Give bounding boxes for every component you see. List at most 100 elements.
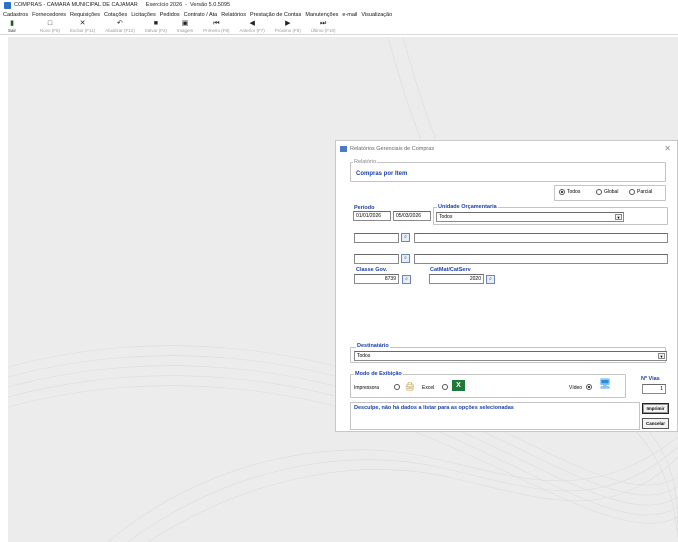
menu-contrato-ata[interactable]: Contrato / Ata [184, 12, 218, 18]
new-button[interactable]: □ Novo (F5) [40, 20, 60, 33]
chevron-down-icon[interactable]: ▼ [615, 214, 622, 220]
next-record-icon: ▶ [285, 20, 291, 27]
status-message: Desculpe, não há dados a listar para as … [350, 402, 640, 430]
image-icon: ▣ [181, 20, 189, 27]
previous-record-icon: ◀ [249, 20, 255, 27]
radio-parcial-label: Parcial [637, 189, 653, 195]
delete-label: Excluir (F11) [70, 28, 96, 33]
radio-global-label: Global [604, 189, 619, 195]
radio-impressora[interactable] [394, 384, 402, 390]
radio-excel[interactable] [442, 384, 450, 390]
destinatario-select-value: Todos [357, 353, 371, 359]
dialog-title: Relatórios Gerenciais de Compras [350, 146, 435, 152]
catmat-search-icon[interactable]: ⌕ [486, 275, 495, 284]
last-record-icon: ⏭ [320, 20, 327, 27]
menu-requisicoes[interactable]: Requisições [70, 12, 100, 18]
menu-email[interactable]: e-mail [342, 12, 357, 18]
menu-manutencoes[interactable]: Manutenções [305, 12, 338, 18]
save-button[interactable]: ■ Salvar (F2) [145, 20, 167, 33]
modo-exibicao-group [350, 374, 626, 398]
previous-record-button[interactable]: ◀ Anterior (F7) [240, 20, 265, 33]
image-label: Imagem [176, 28, 194, 33]
cancelar-button[interactable]: Cancelar [642, 418, 669, 429]
image-button[interactable]: ▣ Imagem [177, 20, 193, 33]
periodo-fim-field[interactable]: 05/03/2026 [393, 211, 431, 221]
exit-door-icon: ▮ [10, 20, 14, 27]
save-label: Salvar (F2) [144, 28, 167, 33]
close-icon[interactable]: ✕ [664, 144, 671, 153]
next-record-label: Próximo (F8) [274, 28, 301, 33]
radio-todos-label: Todos [567, 189, 581, 195]
radio-video[interactable] [586, 384, 594, 390]
radio-global[interactable]: Global [596, 189, 618, 195]
chevron-down-icon[interactable]: ▼ [658, 353, 665, 359]
printer-icon[interactable]: 🖨 [403, 381, 417, 392]
exit-label: Sair [8, 28, 17, 33]
destinatario-label: Destinatário [356, 343, 390, 349]
radio-parcial[interactable]: Parcial [629, 189, 652, 195]
menu-cotacoes[interactable]: Cotações [104, 12, 127, 18]
periodo-inicio-field[interactable]: 01/01/2026 [353, 211, 391, 221]
classe-gov-field[interactable]: 8739 [354, 274, 399, 284]
classe-gov-search-icon[interactable]: ⌕ [402, 275, 411, 284]
first-record-icon: ⏮ [213, 20, 220, 27]
monitor-icon[interactable]: 🖥 [596, 379, 614, 390]
menu-pedidos[interactable]: Pedidos [160, 12, 180, 18]
imprimir-button[interactable]: Imprimir [642, 403, 669, 414]
relatorio-label: Relatório [353, 159, 378, 165]
menu-visualizacao[interactable]: Visualização [361, 12, 392, 18]
title-separator: - [185, 2, 188, 8]
nvias-field[interactable]: 1 [642, 384, 666, 394]
lookup2-search-icon[interactable]: ⌕ [401, 254, 410, 263]
app-icon [4, 1, 11, 9]
report-dialog: Relatórios Gerenciais de Compras ✕ Relat… [335, 140, 678, 432]
unidade-select[interactable]: Todos ▼ [436, 212, 624, 222]
new-document-icon: □ [47, 20, 53, 27]
window-title: COMPRAS - CAMARA MUNICIPAL DE CAJAMAR [14, 2, 138, 8]
catmat-field[interactable]: 2020 [429, 274, 484, 284]
exit-button[interactable]: ▮ Sair [8, 20, 16, 33]
modo-video-label: Vídeo [569, 385, 583, 391]
window-titlebar: COMPRAS - CAMARA MUNICIPAL DE CAJAMAR Ex… [0, 0, 678, 10]
menu-prestacao-contas[interactable]: Prestação de Contas [250, 12, 301, 18]
relatorio-value[interactable]: Compras por Item [356, 171, 407, 177]
first-record-button[interactable]: ⏮ Primeiro (F8) [203, 20, 229, 33]
catmat-label: CatMat/CatServ [430, 267, 471, 273]
menu-cadastros[interactable]: Cadastros [3, 12, 28, 18]
exercise-label: Exercício 2026 [145, 2, 183, 8]
excel-icon[interactable]: X [452, 380, 465, 391]
dialog-titlebar: Relatórios Gerenciais de Compras [336, 141, 677, 157]
menu-fornecedores[interactable]: Fornecedores [32, 12, 66, 18]
refresh-label: Atualizar (F12) [105, 28, 135, 33]
unidade-label: Unidade Orçamentaria [437, 204, 498, 210]
nvias-label: Nº Vias [641, 376, 660, 382]
unidade-select-value: Todos [439, 214, 453, 220]
version-label: Versão 5.0.5095 [190, 2, 231, 8]
dialog-app-icon [340, 146, 347, 152]
next-record-button[interactable]: ▶ Próximo (F8) [275, 20, 301, 33]
lookup1-search-icon[interactable]: ⌕ [401, 233, 410, 242]
last-record-label: Último (F10) [310, 28, 336, 33]
radio-todos[interactable]: Todos [559, 189, 580, 195]
lookup1-desc-field[interactable] [414, 233, 668, 243]
lookup1-code-field[interactable] [354, 233, 399, 243]
refresh-button[interactable]: ↶ Atualizar (F12) [105, 20, 135, 33]
last-record-button[interactable]: ⏭ Último (F10) [311, 20, 336, 33]
lookup2-code-field[interactable] [354, 254, 399, 264]
destinatario-select[interactable]: Todos ▼ [354, 351, 667, 361]
menu-relatorios[interactable]: Relatórios [221, 12, 246, 18]
refresh-icon: ↶ [117, 20, 123, 27]
lookup2-desc-field[interactable] [414, 254, 668, 264]
classe-gov-label: Classe Gov. [356, 267, 388, 273]
modo-excel-label: Excel [422, 385, 435, 391]
modo-impressora-label: Impressora [354, 385, 380, 391]
toolbar: ▮ Sair □ Novo (F5) ✕ Excluir (F11) ↶ Atu… [0, 20, 678, 35]
menu-licitacoes[interactable]: Licitações [131, 12, 155, 18]
previous-record-label: Anterior (F7) [239, 28, 265, 33]
first-record-label: Primeiro (F8) [203, 28, 230, 33]
modo-exibicao-label: Modo de Exibição [354, 371, 403, 377]
save-disk-icon: ■ [153, 20, 158, 27]
delete-button[interactable]: ✕ Excluir (F11) [70, 20, 95, 33]
new-label: Novo (F5) [40, 28, 61, 33]
menu-bar: Cadastros Fornecedores Requisições Cotaç… [0, 10, 678, 20]
